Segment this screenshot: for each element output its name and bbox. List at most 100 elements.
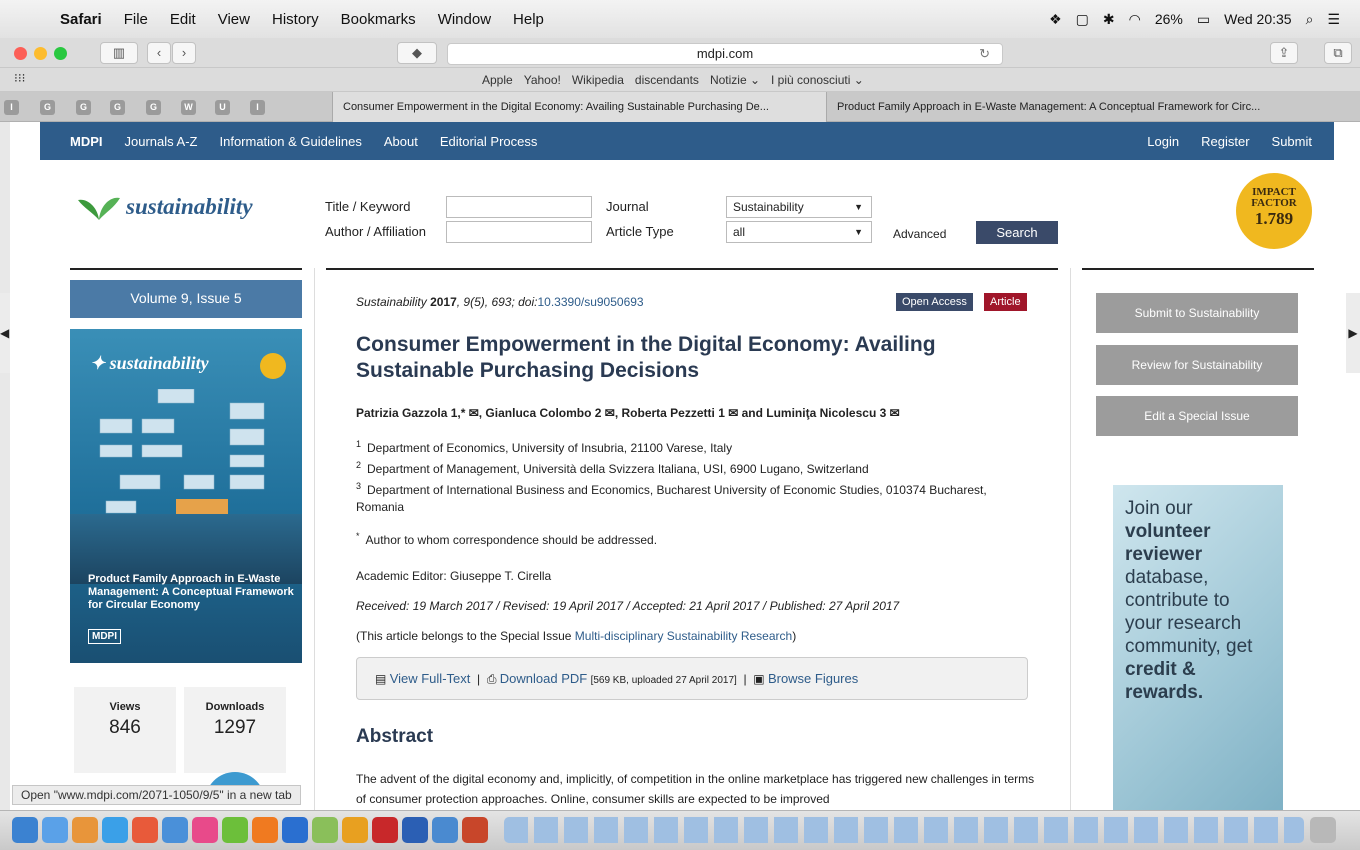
mail-icon[interactable] [42,817,68,843]
prev-arrow-icon[interactable]: ◀ [0,293,10,373]
nav-guidelines[interactable]: Information & Guidelines [219,134,361,149]
menu-history[interactable]: History [272,11,319,28]
firefox-icon[interactable] [132,817,158,843]
author-affiliation-input[interactable] [446,221,592,243]
volunteer-reviewer-ad[interactable]: Join our volunteer reviewer database, co… [1113,485,1283,810]
pinned-tab-icon[interactable]: G [110,100,125,115]
tab-active[interactable]: Consumer Empowerment in the Digital Econ… [332,92,826,122]
advanced-search-link[interactable]: Advanced [893,227,946,241]
reload-icon[interactable]: ↻ [979,44,990,64]
doi-link[interactable]: 10.3390/su9050693 [537,295,643,309]
finder-icon[interactable] [12,817,38,843]
nav-login[interactable]: Login [1147,134,1179,149]
nav-editorial-process[interactable]: Editorial Process [440,134,538,149]
app-icon[interactable] [72,817,98,843]
journal-select[interactable]: Sustainability ▼ [726,196,872,218]
fav-wikipedia[interactable]: Wikipedia [572,73,624,87]
article-type-select[interactable]: all ▼ [726,221,872,243]
fav-notizie[interactable]: Notizie ⌄ [710,73,760,87]
document-icon: ▤ [375,672,387,686]
pinned-tab-icon[interactable]: G [40,100,55,115]
volume-issue-link[interactable]: Volume 9, Issue 5 [70,280,302,318]
fav-apple[interactable]: Apple [482,73,513,87]
fav-discendants[interactable]: discendants [635,73,699,87]
address-bar[interactable]: mdpi.com ↻ [447,43,1003,65]
nav-mdpi[interactable]: MDPI [70,134,103,149]
menu-app[interactable]: Safari [60,11,102,28]
battery-percent[interactable]: 26% [1155,11,1183,27]
nav-about[interactable]: About [384,134,418,149]
bluetooth-icon[interactable]: ✱ [1103,11,1115,28]
review-for-journal-button[interactable]: Review for Sustainability [1096,345,1298,385]
acrobat-icon[interactable] [372,817,398,843]
menu-bookmarks[interactable]: Bookmarks [341,11,416,28]
app-icon[interactable] [222,817,248,843]
minimized-windows[interactable] [504,817,1304,843]
menu-help[interactable]: Help [513,11,544,28]
wifi-icon[interactable]: ◠ [1129,11,1141,28]
grid-icon[interactable]: ⁝⁝⁝ [14,71,25,85]
battery-icon[interactable]: ▭ [1197,11,1210,28]
notification-center-icon[interactable]: ☰ [1327,11,1340,28]
title-keyword-input[interactable] [446,196,592,218]
article-type-badge: Article [984,293,1027,311]
column-divider [1070,268,1071,828]
safari-icon[interactable] [102,817,128,843]
pinned-tab-icon[interactable]: G [146,100,161,115]
view-full-text-link[interactable]: View Full-Text [390,671,471,686]
nav-journals[interactable]: Journals A-Z [125,134,198,149]
author-list[interactable]: Patrizia Gazzola 1,* ✉, Gianluca Colombo… [356,406,900,420]
special-issue-link[interactable]: Multi-disciplinary Sustainability Resear… [575,629,792,643]
edit-special-issue-button[interactable]: Edit a Special Issue [1096,396,1298,436]
downloads-stat: Downloads 1297 [184,687,286,773]
word-icon[interactable] [402,817,428,843]
issue-cover-image[interactable]: ✦ sustainability Product Family Approach… [70,329,302,663]
powerpoint-icon[interactable] [462,817,488,843]
impact-line2: FACTOR [1251,197,1297,209]
app-icon[interactable] [312,817,338,843]
abstract-heading: Abstract [356,726,434,747]
tab-inactive[interactable]: Product Family Approach in E-Waste Manag… [826,92,1346,122]
dropbox-icon[interactable]: ❖ [1049,11,1062,28]
photos-icon[interactable] [192,817,218,843]
vlc-icon[interactable] [252,817,278,843]
download-pdf-link[interactable]: Download PDF [500,671,587,686]
share-button[interactable]: ⇪ [1270,42,1298,64]
close-window-button[interactable] [14,47,27,60]
nav-submit[interactable]: Submit [1272,134,1312,149]
pinned-tab-icon[interactable]: I [250,100,265,115]
pinned-tab-icon[interactable]: W [181,100,196,115]
spotlight-icon[interactable]: ⌕ [1306,11,1314,28]
menu-view[interactable]: View [218,11,250,28]
submit-to-journal-button[interactable]: Submit to Sustainability [1096,293,1298,333]
forward-button[interactable]: › [172,42,196,64]
fav-yahoo[interactable]: Yahoo! [524,73,561,87]
site-icon[interactable]: ◆ [397,42,437,64]
downloads-count: 1297 [213,717,257,738]
journal-logo[interactable]: sustainability [76,190,253,224]
pinned-tab-icon[interactable]: U [215,100,230,115]
menu-window[interactable]: Window [438,11,491,28]
skype-icon[interactable] [282,817,308,843]
next-arrow-icon[interactable]: ▶ [1346,293,1360,373]
browse-figures-link[interactable]: Browse Figures [768,671,858,686]
pinned-tab-icon[interactable]: G [76,100,91,115]
search-button[interactable]: Search [976,221,1058,244]
nav-register[interactable]: Register [1201,134,1249,149]
display-icon[interactable]: ▢ [1076,11,1089,28]
clock[interactable]: Wed 20:35 [1224,11,1291,27]
app-icon[interactable] [162,817,188,843]
minimize-window-button[interactable] [34,47,47,60]
pinned-tab-icon[interactable]: I [4,100,19,115]
back-button[interactable]: ‹ [147,42,171,64]
leaf-icon [78,197,120,220]
zoom-window-button[interactable] [54,47,67,60]
app-icon[interactable] [432,817,458,843]
trash-icon[interactable] [1310,817,1336,843]
menu-edit[interactable]: Edit [170,11,196,28]
fav-top-sites[interactable]: I più conosciuti ⌄ [771,73,864,87]
sidebar-toggle-button[interactable]: ▥ [100,42,138,64]
menu-file[interactable]: File [124,11,148,28]
app-icon[interactable] [342,817,368,843]
tabs-overview-button[interactable]: ⧉ [1324,42,1352,64]
